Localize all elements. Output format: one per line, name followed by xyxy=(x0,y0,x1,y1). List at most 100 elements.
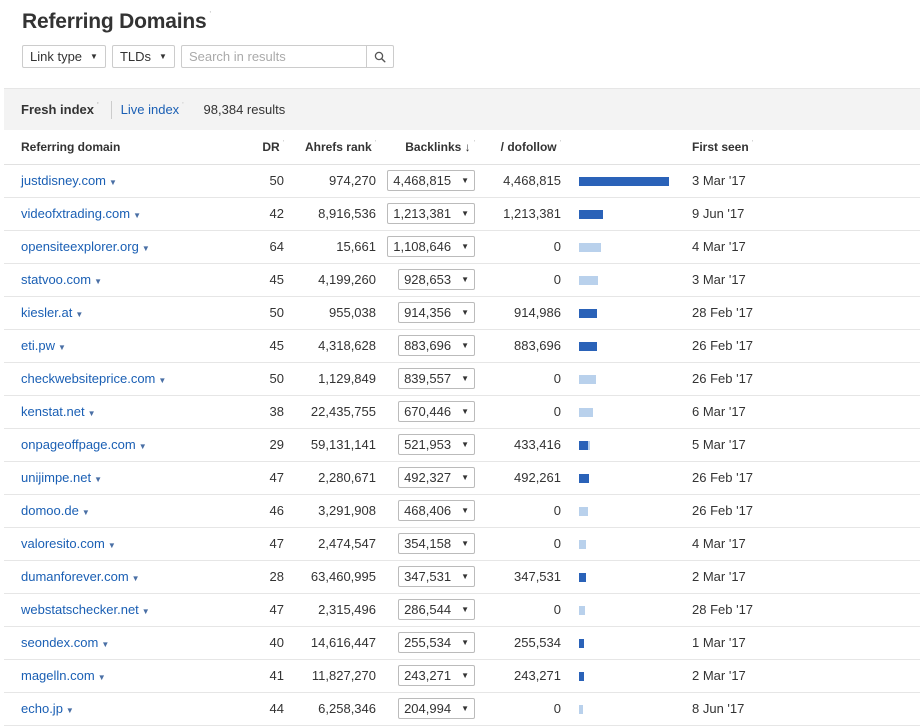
dr-cell: 41 xyxy=(260,659,292,693)
backlinks-dropdown[interactable]: 1,108,646 ▼ xyxy=(387,236,475,257)
dofollow-cell: 0 xyxy=(483,395,569,429)
backlinks-dropdown[interactable]: 914,356 ▼ xyxy=(398,302,475,323)
referring-domain-cell: opensiteexplorer.org ▼ xyxy=(4,230,260,264)
caret-down-icon[interactable]: ▼ xyxy=(142,607,150,616)
caret-down-icon: ▼ xyxy=(461,638,469,647)
backlinks-bar xyxy=(579,375,596,385)
caret-down-icon[interactable]: ▼ xyxy=(139,442,147,451)
first-seen-cell: 26 Feb '17 xyxy=(683,461,920,495)
caret-down-icon[interactable]: ▼ xyxy=(108,541,116,550)
referring-domain-cell: statvoo.com ▼ xyxy=(4,263,260,297)
dofollow-cell: 0 xyxy=(483,230,569,264)
referring-domains-table: Referring domain DR ' Ahrefs rank ' Backli… xyxy=(4,131,920,726)
domain-link[interactable]: magelln.com xyxy=(21,668,95,683)
backlinks-dropdown[interactable]: 1,213,381 ▼ xyxy=(387,203,475,224)
domain-link[interactable]: justdisney.com xyxy=(21,173,106,188)
backlinks-dropdown[interactable]: 4,468,815 ▼ xyxy=(387,170,475,191)
caret-down-icon[interactable]: ▼ xyxy=(82,508,90,517)
first-seen-cell: 3 Mar '17 xyxy=(683,164,920,198)
col-backlinks[interactable]: Backlinks ↓ ' xyxy=(384,131,483,165)
caret-down-icon[interactable]: ▼ xyxy=(142,244,150,253)
domain-link[interactable]: domoo.de xyxy=(21,503,79,518)
caret-down-icon[interactable]: ▼ xyxy=(66,706,74,715)
caret-down-icon[interactable]: ▼ xyxy=(75,310,83,319)
backlinks-cell: 670,446 ▼ xyxy=(384,395,483,429)
dr-cell: 28 xyxy=(260,560,292,594)
backlinks-value: 243,271 xyxy=(404,668,452,683)
backlinks-cell: 883,696 ▼ xyxy=(384,329,483,363)
dr-cell: 47 xyxy=(260,527,292,561)
domain-link[interactable]: valoresito.com xyxy=(21,536,105,551)
backlinks-dropdown[interactable]: 521,953 ▼ xyxy=(398,434,475,455)
ahrefs-rank-cell: 14,616,447 xyxy=(292,626,384,660)
caret-down-icon[interactable]: ▼ xyxy=(132,574,140,583)
backlinks-dropdown[interactable]: 243,271 ▼ xyxy=(398,665,475,686)
domain-link[interactable]: opensiteexplorer.org xyxy=(21,239,139,254)
search-icon xyxy=(374,51,386,63)
domain-link[interactable]: videofxtrading.com xyxy=(21,206,130,221)
caret-down-icon: ▼ xyxy=(461,341,469,350)
backlinks-dropdown[interactable]: 255,534 ▼ xyxy=(398,632,475,653)
bar-cell xyxy=(569,560,683,594)
backlinks-dropdown[interactable]: 883,696 ▼ xyxy=(398,335,475,356)
backlinks-dropdown[interactable]: 204,994 ▼ xyxy=(398,698,475,719)
caret-down-icon[interactable]: ▼ xyxy=(101,640,109,649)
domain-link[interactable]: kiesler.at xyxy=(21,305,72,320)
backlinks-dropdown[interactable]: 468,406 ▼ xyxy=(398,500,475,521)
table-row: webstatschecker.net ▼ 47 2,315,496 286,544 ▼ 0… xyxy=(4,593,920,627)
ahrefs-rank-cell: 22,435,755 xyxy=(292,395,384,429)
caret-down-icon[interactable]: ▼ xyxy=(94,475,102,484)
col-first-seen[interactable]: First seen ' xyxy=(683,131,920,165)
col-dofollow[interactable]: / dofollow ' xyxy=(483,131,569,165)
search-button[interactable] xyxy=(366,45,394,68)
bar-cell xyxy=(569,329,683,363)
col-dr[interactable]: DR ' xyxy=(260,131,292,165)
search-input[interactable] xyxy=(180,45,367,68)
caret-down-icon[interactable]: ▼ xyxy=(158,376,166,385)
fresh-index-tab[interactable]: Fresh index ' xyxy=(21,102,99,117)
domain-link[interactable]: statvoo.com xyxy=(21,272,91,287)
bar-cell xyxy=(569,362,683,396)
link-type-dropdown[interactable]: Link type ▼ xyxy=(22,45,106,68)
backlinks-dropdown[interactable]: 839,557 ▼ xyxy=(398,368,475,389)
dofollow-cell: 883,696 xyxy=(483,329,569,363)
col-referring-domain-label: Referring domain xyxy=(21,140,121,155)
backlinks-dropdown[interactable]: 928,653 ▼ xyxy=(398,269,475,290)
first-seen-cell: 26 Feb '17 xyxy=(683,362,920,396)
tlds-dropdown[interactable]: TLDs ▼ xyxy=(111,45,175,68)
domain-link[interactable]: kenstat.net xyxy=(21,404,85,419)
bar-cell xyxy=(569,461,683,495)
domain-link[interactable]: echo.jp xyxy=(21,701,63,716)
live-index-tab[interactable]: Live index ' xyxy=(121,102,184,117)
table-row: seondex.com ▼ 40 14,616,447 255,534 ▼ 255,534 1… xyxy=(4,626,920,660)
col-ahrefs-rank[interactable]: Ahrefs rank ' xyxy=(292,131,384,165)
caret-down-icon[interactable]: ▼ xyxy=(94,277,102,286)
domain-link[interactable]: onpageoffpage.com xyxy=(21,437,136,452)
backlinks-dropdown[interactable]: 492,327 ▼ xyxy=(398,467,475,488)
bar-dofollow xyxy=(579,672,584,682)
backlinks-dropdown[interactable]: 670,446 ▼ xyxy=(398,401,475,422)
caret-down-icon[interactable]: ▼ xyxy=(58,343,66,352)
dr-cell: 45 xyxy=(260,329,292,363)
info-tick-icon: ' xyxy=(751,140,754,148)
caret-down-icon[interactable]: ▼ xyxy=(98,673,106,682)
domain-link[interactable]: webstatschecker.net xyxy=(21,602,139,617)
backlinks-bar xyxy=(579,573,586,583)
backlinks-dropdown[interactable]: 286,544 ▼ xyxy=(398,599,475,620)
bar-total xyxy=(579,408,593,418)
backlinks-bar xyxy=(579,309,597,319)
domain-link[interactable]: unijimpe.net xyxy=(21,470,91,485)
dr-cell: 46 xyxy=(260,494,292,528)
caret-down-icon[interactable]: ▼ xyxy=(109,178,117,187)
first-seen-cell: 26 Feb '17 xyxy=(683,329,920,363)
bar-cell xyxy=(569,263,683,297)
backlinks-dropdown[interactable]: 347,531 ▼ xyxy=(398,566,475,587)
domain-link[interactable]: eti.pw xyxy=(21,338,55,353)
caret-down-icon[interactable]: ▼ xyxy=(88,409,96,418)
backlinks-dropdown[interactable]: 354,158 ▼ xyxy=(398,533,475,554)
domain-link[interactable]: dumanforever.com xyxy=(21,569,129,584)
domain-link[interactable]: seondex.com xyxy=(21,635,98,650)
caret-down-icon[interactable]: ▼ xyxy=(133,211,141,220)
dofollow-cell: 243,271 xyxy=(483,659,569,693)
domain-link[interactable]: checkwebsiteprice.com xyxy=(21,371,155,386)
